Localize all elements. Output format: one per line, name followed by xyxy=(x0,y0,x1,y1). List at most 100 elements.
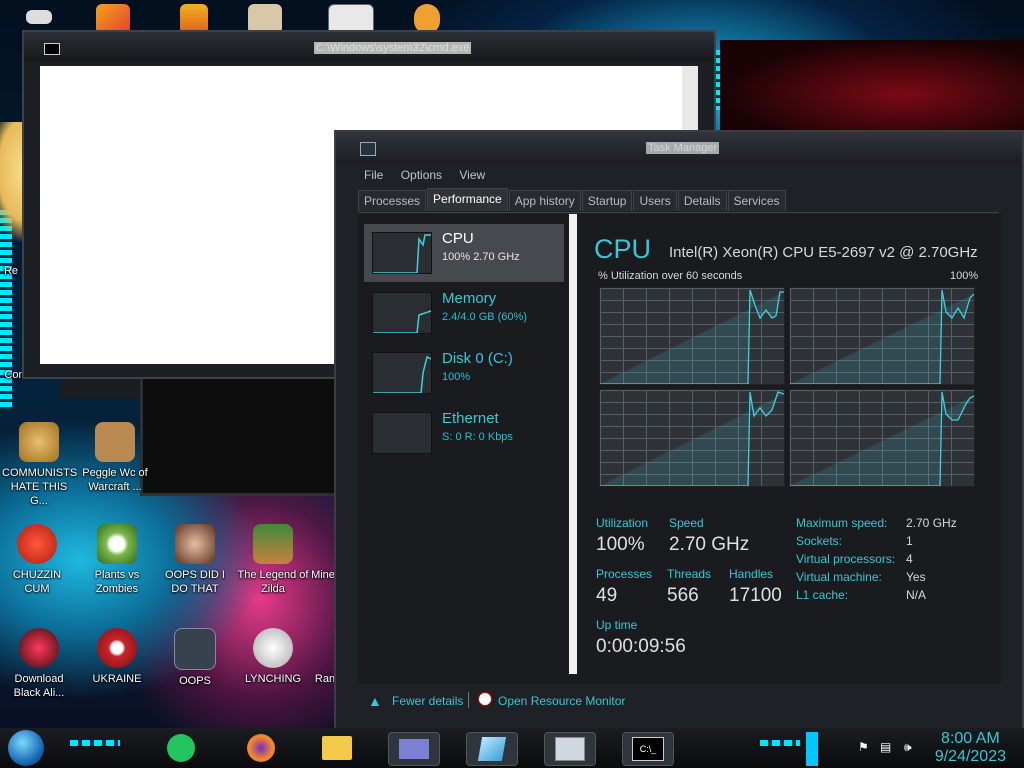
cmd-title: C:\Windows\system32\cmd.exe xyxy=(314,42,472,54)
taskbar-file-explorer[interactable] xyxy=(312,732,362,764)
menu-bar: File Options View xyxy=(358,166,998,186)
tab-bar: Processes Performance App history Startup Us… xyxy=(358,188,998,213)
ethernet-sparkline xyxy=(372,412,432,454)
taskbar-task-manager[interactable] xyxy=(544,732,596,766)
oops-icon xyxy=(174,628,216,670)
app-icon xyxy=(477,737,507,761)
show-hidden-icons[interactable] xyxy=(806,732,818,766)
threads-value: 566 xyxy=(667,585,699,606)
sidebar-memory-label: Memory xyxy=(442,290,497,307)
taskbar-firefox[interactable] xyxy=(236,732,286,764)
menu-view[interactable]: View xyxy=(459,168,485,182)
sidebar-disk-label: Disk 0 (C:) xyxy=(442,350,513,367)
cpu-title: CPU xyxy=(594,234,652,264)
core-graph-2-line xyxy=(790,289,975,385)
tab-app-history[interactable]: App history xyxy=(508,190,581,211)
speed-value: 2.70 GHz xyxy=(669,534,750,555)
threads-label: Threads xyxy=(667,567,712,581)
network-icon[interactable]: ▤ xyxy=(880,740,894,754)
desktop-icon-ukraine[interactable]: UKRAINE xyxy=(80,628,154,686)
volume-icon[interactable]: 🕪 xyxy=(904,740,918,754)
core-graph-1-line xyxy=(600,289,784,385)
sidebar-item-disk[interactable]: Disk 0 (C:) 100% xyxy=(364,344,564,402)
menu-options[interactable]: Options xyxy=(401,168,442,182)
cpu-sparkline xyxy=(372,232,432,274)
detail-max-speed-value: 2.70 GHz xyxy=(906,516,957,530)
start-button[interactable] xyxy=(8,730,44,766)
cpu-sparkline-chart xyxy=(373,234,431,274)
folder-top-icon[interactable] xyxy=(26,10,52,24)
detail-vm-value: Yes xyxy=(906,570,926,584)
open-resource-monitor-link[interactable]: Open Resource Monitor xyxy=(498,694,625,708)
taskbar-app[interactable] xyxy=(466,732,518,766)
task-manager-titlebar[interactable]: Task Manager xyxy=(336,132,1022,164)
tab-services[interactable]: Services xyxy=(727,190,786,211)
tab-users[interactable]: Users xyxy=(633,190,677,211)
task-manager-taskbar-icon xyxy=(555,737,585,761)
system-clock[interactable]: 8:00 AM 9/24/2023 xyxy=(935,730,1006,766)
menu-file[interactable]: File xyxy=(364,168,383,182)
taskbar: C:\_ ⚑ ▤ 🕪 8:00 AM 9/24/2023 xyxy=(0,728,1024,768)
tab-processes[interactable]: Processes xyxy=(358,190,427,211)
taskbar-notes-app[interactable] xyxy=(156,732,206,764)
taskbar-control-panel[interactable] xyxy=(388,732,440,766)
sidebar-cpu-sub: 100% 2.70 GHz xyxy=(442,251,520,263)
utilization-label: Utilization xyxy=(596,516,649,530)
core-graph-4-line xyxy=(790,391,975,487)
desktop-icon-lynching[interactable]: LYNCHING xyxy=(236,628,310,686)
desktop-icon-oops[interactable]: OOPS xyxy=(158,628,232,688)
desktop-icon-oops-did-i[interactable]: OOPS DID I DO THAT xyxy=(158,524,232,596)
chevron-up-icon[interactable]: ▲ xyxy=(368,693,382,709)
handles-value: 17100 xyxy=(729,585,782,606)
utilization-graph-max: 100% xyxy=(950,270,979,282)
detail-vprocs-key: Virtual processors: xyxy=(796,552,896,566)
detail-vm-key: Virtual machine: xyxy=(796,570,882,584)
tab-details[interactable]: Details xyxy=(677,190,727,211)
money-bag-icon xyxy=(19,422,59,462)
desktop-icon-download[interactable]: Download Black Ali... xyxy=(2,628,76,700)
desktop-icon-peggle[interactable]: Peggle Wc of Warcraft ... xyxy=(78,422,152,494)
fewer-details-link[interactable]: Fewer details xyxy=(392,694,463,708)
sidebar-disk-sub: 100% xyxy=(442,371,471,383)
uptime-value: 0:00:09:56 xyxy=(596,636,686,657)
tab-performance[interactable]: Performance xyxy=(427,188,508,211)
clock-time: 8:00 AM xyxy=(941,730,1000,747)
cpu-core-graph-3 xyxy=(599,389,785,487)
radiation-icon xyxy=(97,628,137,668)
desktop-icon-plants[interactable]: Plants vs Zombies xyxy=(80,524,154,596)
desktop-icon-communists[interactable]: COMMUNISTS HATE THIS G... xyxy=(2,422,77,508)
peggle-icon xyxy=(95,422,135,462)
desktop-icon-chuzzin[interactable]: CHUZZIN CUM xyxy=(0,524,74,596)
performance-panel: CPU 100% 2.70 GHz Memory 2.4/4.0 GB (60%… xyxy=(358,214,1001,684)
taskbar-cmd[interactable]: C:\_ xyxy=(622,732,674,766)
notes-icon xyxy=(167,734,195,762)
cpu-model-name: Intel(R) Xeon(R) CPU E5-2697 v2 @ 2.70GH… xyxy=(669,244,978,261)
sidebar-memory-sub: 2.4/4.0 GB (60%) xyxy=(442,311,527,323)
zilda-icon xyxy=(253,524,293,564)
memory-sparkline-chart xyxy=(373,310,432,334)
portrait-icon xyxy=(175,524,215,564)
clock-date: 9/24/2023 xyxy=(934,748,1006,765)
sidebar-item-memory[interactable]: Memory 2.4/4.0 GB (60%) xyxy=(364,284,564,342)
panel-splitter[interactable] xyxy=(569,214,577,674)
cpu-core-graph-1 xyxy=(599,287,785,385)
cmd-taskbar-icon: C:\_ xyxy=(632,737,664,761)
chuzzle-icon xyxy=(17,524,57,564)
folder-icon xyxy=(322,736,352,760)
cmd-titlebar[interactable]: C:\Windows\system32\cmd.exe xyxy=(24,32,714,62)
tab-startup[interactable]: Startup xyxy=(581,190,633,211)
flower-icon xyxy=(97,524,137,564)
desktop-icon-zilda[interactable]: The Legend of Zilda xyxy=(236,524,310,596)
sidebar-item-ethernet[interactable]: Ethernet S: 0 R: 0 Kbps xyxy=(364,404,564,462)
handles-label: Handles xyxy=(729,567,774,581)
flag-icon[interactable]: ⚑ xyxy=(858,740,872,754)
lynching-icon xyxy=(253,628,293,668)
background-window[interactable] xyxy=(140,372,346,496)
memory-sparkline xyxy=(372,292,432,334)
task-manager-window[interactable]: Task Manager File Options View Processes… xyxy=(334,130,1024,732)
resource-monitor-icon xyxy=(478,692,492,706)
processes-label: Processes xyxy=(596,567,653,581)
detail-sockets-key: Sockets: xyxy=(796,534,843,548)
taskbar-decor xyxy=(760,740,800,746)
sidebar-item-cpu[interactable]: CPU 100% 2.70 GHz xyxy=(364,224,564,282)
